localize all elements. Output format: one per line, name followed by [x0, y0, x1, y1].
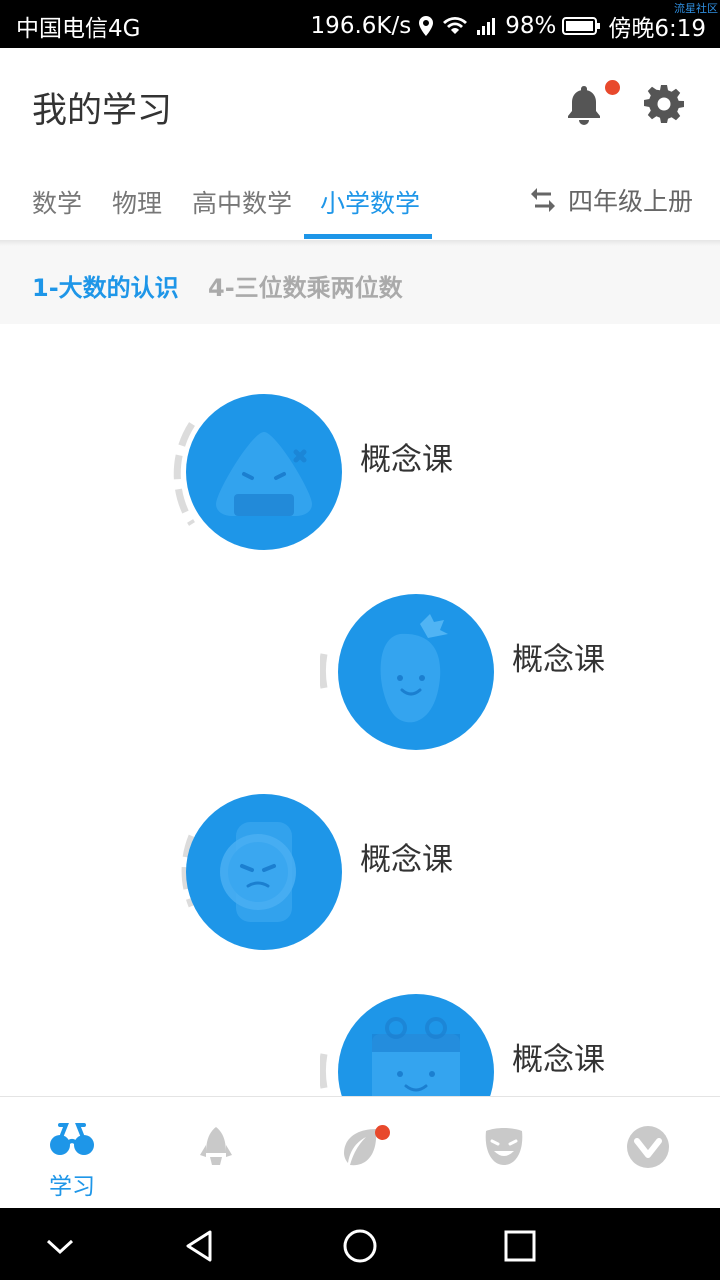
- watch-icon: [220, 822, 296, 922]
- status-bar: 中国电信4G 196.6K/s 98% 傍晚6:19 流星社区: [0, 0, 720, 48]
- chevron-down-icon[interactable]: [40, 1226, 80, 1266]
- bell-icon[interactable]: [562, 82, 606, 126]
- location-icon: [417, 14, 435, 38]
- lesson-label: 概念课: [512, 1042, 605, 1078]
- swap-arrows-icon: [531, 188, 555, 212]
- network-speed: 196.6K/s: [310, 13, 412, 39]
- back-triangle-icon[interactable]: [180, 1226, 220, 1266]
- lesson-node[interactable]: 概念课: [168, 376, 588, 550]
- unit-selector: 1-大数的认识 4-三位数乘两位数: [0, 240, 720, 324]
- unit-item[interactable]: 4-三位数乘两位数: [208, 268, 403, 303]
- tab-physics[interactable]: 物理: [112, 184, 162, 220]
- battery-icon: [562, 15, 602, 37]
- notification-badge: [605, 80, 620, 95]
- page-title: 我的学习: [32, 91, 173, 131]
- lesson-circle: [186, 394, 342, 550]
- system-nav-bar: [0, 1208, 720, 1280]
- tabs-shadow: [0, 240, 720, 246]
- glasses-icon: [50, 1123, 94, 1155]
- nav-item-learn[interactable]: 学习: [0, 1097, 144, 1209]
- v-badge-icon: [627, 1126, 669, 1168]
- nav-item-profile[interactable]: [576, 1097, 720, 1209]
- lesson-label: 概念课: [360, 442, 453, 478]
- nav-item-leaf[interactable]: [288, 1097, 432, 1209]
- nav-notification-badge: [375, 1125, 390, 1140]
- lesson-circle: [338, 594, 494, 750]
- onigiri-icon: [216, 432, 312, 516]
- tab-highschool-math[interactable]: 高中数学: [192, 184, 292, 220]
- nav-item-mask[interactable]: [432, 1097, 576, 1209]
- signal-icon: [475, 15, 499, 37]
- battery-percent: 98%: [505, 13, 557, 39]
- grade-switch-button[interactable]: 四年级上册: [528, 182, 693, 218]
- home-circle-icon[interactable]: [340, 1226, 380, 1266]
- lesson-circle: [186, 794, 342, 950]
- lesson-label: 概念课: [512, 642, 605, 678]
- lesson-node[interactable]: 概念课: [320, 576, 720, 750]
- bottom-nav: 学习: [0, 1096, 720, 1208]
- nav-item-rocket[interactable]: [144, 1097, 288, 1209]
- settings-gear-icon[interactable]: [642, 82, 686, 126]
- lesson-node[interactable]: 概念课: [168, 776, 588, 950]
- mask-icon: [485, 1128, 523, 1165]
- rocket-icon: [200, 1127, 232, 1165]
- tab-primary-math[interactable]: 小学数学: [320, 184, 420, 220]
- grade-label: 四年级上册: [568, 187, 694, 216]
- active-tab-indicator: [304, 234, 432, 239]
- watermark: 流星社区: [674, 2, 718, 15]
- tab-math[interactable]: 数学: [32, 184, 82, 220]
- carrier-label: 中国电信4G: [16, 16, 141, 42]
- wifi-icon: [441, 15, 469, 37]
- unit-item-active[interactable]: 1-大数的认识: [32, 268, 179, 303]
- recents-square-icon[interactable]: [500, 1226, 540, 1266]
- app-header: 我的学习: [0, 48, 720, 158]
- subject-tabs: 数学 物理 高中数学 小学数学 四年级上册: [0, 158, 720, 240]
- carrot-icon: [380, 614, 448, 723]
- nav-label-learn: 学习: [49, 1174, 95, 1200]
- status-indicators: 196.6K/s 98% 傍晚6:19: [311, 9, 706, 43]
- lesson-label: 概念课: [360, 842, 453, 878]
